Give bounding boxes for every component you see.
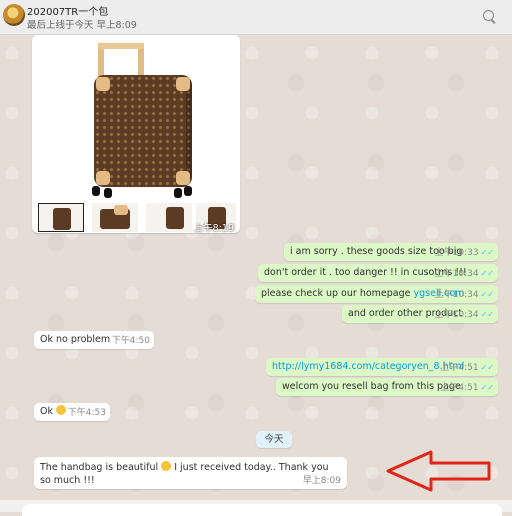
read-ticks-icon: ✓✓: [480, 363, 494, 372]
message-time: 上午10:34 ✓✓: [434, 310, 494, 320]
message-text: Ok: [40, 406, 53, 417]
outgoing-message[interactable]: welcom you resell bag from this page 上午4…: [276, 378, 498, 396]
red-arrow-annotation: [386, 450, 491, 492]
contact-avatar[interactable]: [3, 4, 25, 26]
message-time: 下午4:50: [111, 336, 150, 346]
heart-eyes-emoji-icon: [161, 461, 172, 471]
search-icon[interactable]: [483, 10, 494, 21]
outgoing-message[interactable]: don't order it . too danger !! in cusotm…: [258, 264, 498, 282]
thumbnail[interactable]: [146, 203, 192, 232]
message-text: Ok no problem: [40, 334, 111, 345]
day-divider: 今天: [256, 431, 292, 448]
suitcase-body: [94, 75, 192, 187]
message-time: 上午10:34 ✓✓: [434, 269, 494, 279]
suitcase-handle: [98, 43, 144, 49]
outgoing-message[interactable]: http://lymy1684.com/categoryen_8.html 上午…: [266, 358, 498, 376]
image-timestamp: 上午8:19: [193, 223, 234, 234]
thumbnail[interactable]: [38, 203, 84, 232]
chat-header: 202007TR一个包 最后上线于今天 早上8:09: [0, 0, 512, 35]
last-seen-status: 最后上线于今天 早上8:09: [27, 20, 137, 31]
suitcase-photo[interactable]: [36, 35, 236, 200]
category-link[interactable]: http://lymy1684.com/categoryen_8.html: [272, 361, 464, 372]
outgoing-message[interactable]: and order other product 上午10:34 ✓✓: [342, 305, 498, 323]
read-ticks-icon: ✓✓: [480, 269, 494, 278]
message-text: The handbag is beautiful I just received…: [40, 461, 329, 486]
outgoing-message[interactable]: i am sorry . these goods size too big 上午…: [284, 243, 498, 261]
message-time: 上午10:33 ✓✓: [434, 248, 494, 258]
message-time: 下午4:53: [67, 408, 106, 418]
suitcase-corner: [96, 171, 110, 185]
message-time: 早上8:09: [302, 476, 341, 486]
image-message[interactable]: 上午8:19: [32, 35, 240, 234]
outgoing-message[interactable]: please check up our homepage ygsell.com …: [255, 285, 498, 303]
suitcase-wheel: [174, 188, 182, 198]
read-ticks-icon: ✓✓: [480, 290, 494, 299]
suitcase-wheel: [104, 188, 112, 198]
message-time: 上午10:34 ✓✓: [434, 290, 494, 300]
smile-emoji-icon: [56, 405, 67, 415]
message-text: welcom you resell bag from this page: [282, 381, 461, 392]
suitcase-wheel: [92, 186, 100, 196]
contact-name[interactable]: 202007TR一个包: [27, 3, 108, 18]
message-time: 上午4:51 ✓✓: [440, 363, 494, 373]
incoming-message[interactable]: Ok 下午4:53: [34, 403, 110, 421]
incoming-message[interactable]: The handbag is beautiful I just received…: [34, 457, 347, 489]
message-input[interactable]: [22, 504, 502, 516]
suitcase-corner: [176, 171, 190, 185]
message-time: 上午4:51 ✓✓: [440, 383, 494, 393]
suitcase-corner: [176, 77, 190, 91]
read-ticks-icon: ✓✓: [480, 383, 494, 392]
thumbnail[interactable]: [92, 203, 138, 232]
incoming-message[interactable]: Ok no problem 下午4:50: [34, 331, 154, 349]
read-ticks-icon: ✓✓: [480, 310, 494, 319]
suitcase-wheel: [184, 186, 192, 196]
read-ticks-icon: ✓✓: [480, 248, 494, 257]
message-text: please check up our homepage: [261, 288, 414, 299]
suitcase-corner: [96, 77, 110, 91]
